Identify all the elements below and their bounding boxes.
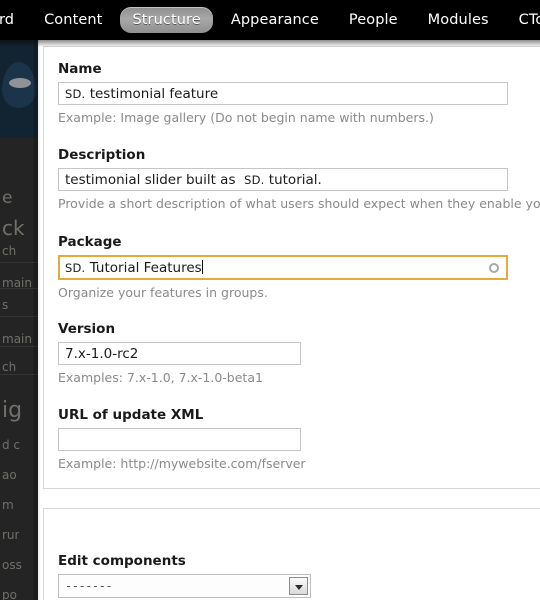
form-item-url-update-xml: URL of update XML Example: http://mywebs… bbox=[58, 407, 306, 471]
description-value-tail: tutorial. bbox=[264, 172, 322, 188]
package-label: Package bbox=[58, 234, 122, 250]
autocomplete-throbber-icon bbox=[489, 262, 499, 273]
name-description: Example: Image gallery (Do not begin nam… bbox=[58, 110, 434, 125]
toolbar-item-dashboard[interactable]: oard bbox=[0, 7, 26, 33]
feature-edit-modal: Name SD. testimonial feature Example: Im… bbox=[38, 40, 540, 600]
description-help: Provide a short description of what user… bbox=[58, 196, 540, 211]
background-text-fragment: ao bbox=[2, 468, 17, 482]
form-item-edit-components: Edit components ------- bbox=[58, 553, 311, 598]
edit-components-fieldset: Edit components ------- bbox=[43, 508, 540, 600]
edit-components-selected-value: ------- bbox=[65, 579, 113, 593]
form-item-version: Version 7.x-1.0-rc2 Examples: 7.x-1.0, 7… bbox=[58, 321, 301, 385]
admin-toolbar: oardContentStructureAppearancePeopleModu… bbox=[0, 0, 540, 40]
general-information-fieldset: Name SD. testimonial feature Example: Im… bbox=[43, 46, 540, 489]
form-item-package: Package SD. Tutorial Features Organize y… bbox=[58, 234, 508, 300]
toolbar-item-people[interactable]: People bbox=[337, 7, 410, 33]
modal-body: Name SD. testimonial feature Example: Im… bbox=[38, 40, 540, 600]
name-value-rest: testimonial feature bbox=[85, 86, 219, 102]
name-label: Name bbox=[58, 61, 102, 77]
background-text-fragment: ig bbox=[2, 398, 23, 423]
background-text-fragment: rur bbox=[2, 528, 20, 542]
background-text-fragment: ch bbox=[2, 360, 17, 374]
edit-components-dropdown-button[interactable] bbox=[289, 577, 308, 595]
background-text-fragment: po bbox=[2, 588, 17, 600]
background-text-fragment: ch bbox=[2, 244, 17, 258]
description-label: Description bbox=[58, 147, 146, 163]
edit-components-select[interactable]: ------- bbox=[58, 574, 311, 598]
url-update-xml-input[interactable] bbox=[58, 428, 301, 451]
chevron-down-icon bbox=[295, 585, 303, 590]
background-text-fragment: main bbox=[2, 332, 32, 346]
background-text-fragment: s bbox=[2, 298, 9, 312]
background-text-fragment: ck bbox=[2, 216, 25, 240]
edit-components-label: Edit components bbox=[58, 553, 186, 569]
form-item-description: Description testimonial slider built as … bbox=[58, 147, 540, 211]
background-text-fragment: e bbox=[2, 188, 13, 208]
package-value-rest: Tutorial Features bbox=[85, 260, 202, 276]
toolbar-item-modules[interactable]: Modules bbox=[416, 7, 501, 33]
text-caret bbox=[201, 260, 203, 274]
package-description: Organize your features in groups. bbox=[58, 285, 268, 300]
name-value-prefix: SD. bbox=[65, 87, 86, 101]
toolbar-item-content[interactable]: Content bbox=[32, 7, 114, 33]
background-text-fragment: m bbox=[2, 498, 14, 512]
version-description: Examples: 7.x-1.0, 7.x-1.0-beta1 bbox=[58, 370, 263, 385]
package-input-wrapper: SD. Tutorial Features bbox=[58, 255, 508, 280]
version-label: Version bbox=[58, 321, 116, 337]
background-text-fragment: oss bbox=[2, 558, 22, 572]
name-input[interactable]: SD. testimonial feature bbox=[58, 82, 508, 105]
description-value-token: SD. bbox=[244, 173, 265, 187]
description-value-head: testimonial slider built as bbox=[65, 172, 236, 188]
admin-toolbar-items: oardContentStructureAppearancePeopleModu… bbox=[0, 0, 540, 40]
url-update-xml-label: URL of update XML bbox=[58, 407, 204, 423]
package-input[interactable]: SD. Tutorial Features bbox=[58, 255, 508, 280]
toolbar-item-structure[interactable]: Structure bbox=[120, 7, 213, 33]
toolbar-item-ctools-plugin-example[interactable]: CTools plugin example bbox=[507, 7, 540, 33]
background-text-fragment: d c bbox=[2, 438, 21, 452]
url-update-xml-description: Example: http://mywebsite.com/fserver bbox=[58, 456, 306, 471]
screen-root: eckchmainsmainchigd caomrurosspo oardCon… bbox=[0, 0, 540, 600]
form-item-name: Name SD. testimonial feature Example: Im… bbox=[58, 61, 508, 125]
drupal-logo-eye-icon bbox=[9, 78, 31, 88]
version-input[interactable]: 7.x-1.0-rc2 bbox=[58, 342, 301, 365]
drupal-logo bbox=[0, 40, 42, 138]
description-input[interactable]: testimonial slider built as SD. tutorial… bbox=[58, 168, 508, 191]
toolbar-item-appearance[interactable]: Appearance bbox=[219, 7, 331, 33]
package-value-prefix: SD. bbox=[65, 261, 86, 275]
